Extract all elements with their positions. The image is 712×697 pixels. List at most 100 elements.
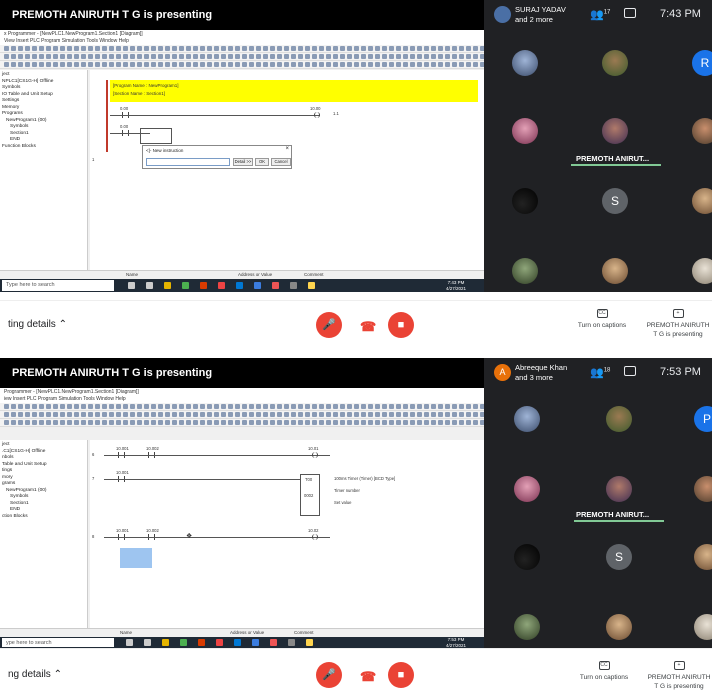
chat-icon[interactable] (624, 8, 636, 18)
toolbar-icon[interactable] (18, 54, 23, 59)
toolbar-icon[interactable] (319, 404, 324, 409)
toolbar-icon[interactable] (32, 412, 37, 417)
toolbar-icon[interactable] (102, 54, 107, 59)
toolbar-icon[interactable] (186, 62, 191, 67)
toolbar-icon[interactable] (270, 46, 275, 51)
toolbar-icon[interactable] (81, 404, 86, 409)
meeting-details-button[interactable]: ting details ⌃ (8, 319, 67, 330)
toolbar-icon[interactable] (60, 404, 65, 409)
chrome-icon[interactable] (218, 282, 225, 289)
task-view-icon[interactable] (126, 639, 133, 646)
toolbar-icon[interactable] (249, 62, 254, 67)
toolbar-icon[interactable] (473, 412, 478, 417)
toolbar-icon[interactable] (417, 54, 422, 59)
toolbar-icon[interactable] (249, 54, 254, 59)
taskbar-app-icon[interactable] (288, 639, 295, 646)
toolbar-icon[interactable] (410, 420, 415, 425)
toolbar-icon[interactable] (249, 420, 254, 425)
participant-tile[interactable] (692, 118, 712, 144)
toolbar-icon[interactable] (53, 54, 58, 59)
toolbar-icon[interactable] (445, 62, 450, 67)
toolbar-icon[interactable] (242, 62, 247, 67)
toolbar-icon[interactable] (123, 62, 128, 67)
toolbar-icon[interactable] (263, 46, 268, 51)
toolbar-icon[interactable] (347, 62, 352, 67)
toolbar-icon[interactable] (11, 46, 16, 51)
toolbar-icon[interactable] (116, 62, 121, 67)
toolbar-icon[interactable] (389, 420, 394, 425)
toolbar-icon[interactable] (305, 54, 310, 59)
toolbar-icon[interactable] (319, 54, 324, 59)
toolbar-icon[interactable] (340, 404, 345, 409)
toolbar-icon[interactable] (375, 420, 380, 425)
toolbar-icon[interactable] (11, 420, 16, 425)
toolbar-icon[interactable] (431, 420, 436, 425)
participant-tile[interactable] (694, 476, 712, 502)
toolbar-icon[interactable] (88, 404, 93, 409)
toolbar-icon[interactable] (193, 62, 198, 67)
meeting-details-button[interactable]: ng details ⌃ (8, 669, 62, 680)
toolbar-icon[interactable] (249, 412, 254, 417)
toolbar-icon[interactable] (256, 412, 261, 417)
toolbar-icon[interactable] (25, 62, 30, 67)
toolbar-icon[interactable] (263, 62, 268, 67)
toolbar-icon[interactable] (466, 62, 471, 67)
participant-tile[interactable] (514, 614, 540, 640)
toolbar-icon[interactable] (466, 46, 471, 51)
chat-icon[interactable] (624, 366, 636, 376)
toolbar-icon[interactable] (67, 412, 72, 417)
participant-tile[interactable]: S (606, 544, 632, 570)
toolbar-icon[interactable] (263, 404, 268, 409)
participant-tile[interactable] (694, 614, 712, 640)
toolbar-icon[interactable] (410, 404, 415, 409)
toolbar-icon[interactable] (242, 420, 247, 425)
participant-tile[interactable] (512, 258, 538, 284)
toolbar-icon[interactable] (46, 404, 51, 409)
toolbar-icon[interactable] (396, 54, 401, 59)
toolbar-icon[interactable] (319, 46, 324, 51)
toolbar-icon[interactable] (382, 420, 387, 425)
toolbar-icon[interactable] (25, 420, 30, 425)
toolbar-icon[interactable] (4, 46, 9, 51)
toolbar-icon[interactable] (298, 412, 303, 417)
toolbar-icon[interactable] (46, 54, 51, 59)
toolbar-icon[interactable] (389, 46, 394, 51)
toolbar-icon[interactable] (158, 54, 163, 59)
toolbar-icon[interactable] (137, 412, 142, 417)
toolbar-icon[interactable] (25, 412, 30, 417)
toolbar-icon[interactable] (431, 412, 436, 417)
toolbar-icon[interactable] (340, 420, 345, 425)
toolbar-icon[interactable] (200, 54, 205, 59)
toolbar-icon[interactable] (445, 420, 450, 425)
edge-icon[interactable] (234, 639, 241, 646)
edge-icon[interactable] (236, 282, 243, 289)
toolbar-icon[interactable] (193, 54, 198, 59)
toolbar-icon[interactable] (11, 54, 16, 59)
tree-item[interactable]: Function Blocks (2, 144, 85, 151)
toolbar-icon[interactable] (95, 412, 100, 417)
toolbar-icon[interactable] (200, 46, 205, 51)
task-view-icon[interactable] (128, 282, 135, 289)
hangup-button[interactable]: ☎ (360, 319, 376, 335)
toolbar-icon[interactable] (396, 62, 401, 67)
taskbar-app-icon[interactable] (270, 639, 277, 646)
toolbar-icon[interactable] (207, 412, 212, 417)
toolbar-icon[interactable] (81, 62, 86, 67)
toolbar-icon[interactable] (39, 412, 44, 417)
toolbar-icon[interactable] (172, 420, 177, 425)
toolbar-icon[interactable] (438, 62, 443, 67)
toolbar-icon[interactable] (102, 420, 107, 425)
toolbar-icon[interactable] (88, 46, 93, 51)
toolbar-icon[interactable] (95, 404, 100, 409)
toolbar-icon[interactable] (144, 62, 149, 67)
participant-tile[interactable] (602, 258, 628, 284)
plc-app-icon[interactable] (308, 282, 315, 289)
toolbar-icon[interactable] (172, 54, 177, 59)
toolbar-icon[interactable] (81, 412, 86, 417)
toolbar-icon[interactable] (214, 420, 219, 425)
toolbar-icon[interactable] (340, 62, 345, 67)
toolbar-icon[interactable] (200, 62, 205, 67)
toolbar-icon[interactable] (158, 62, 163, 67)
toolbar-icon[interactable] (123, 54, 128, 59)
toolbar-icon[interactable] (123, 46, 128, 51)
